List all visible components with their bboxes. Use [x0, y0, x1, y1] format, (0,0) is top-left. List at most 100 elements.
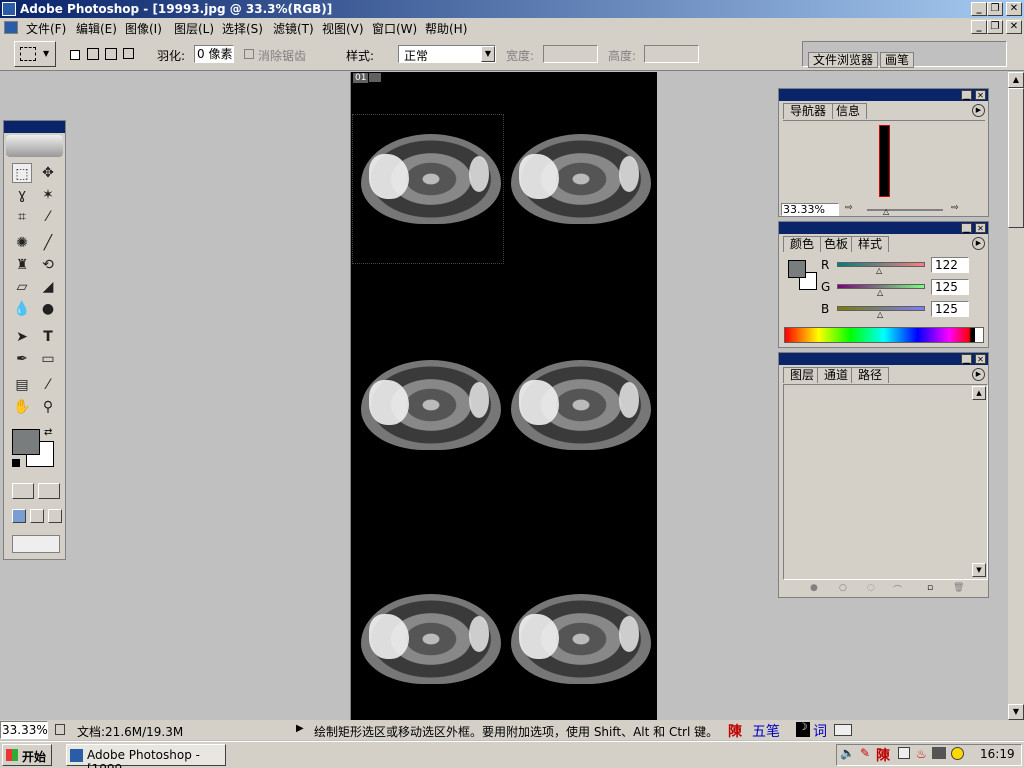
type-tool-icon[interactable]: T: [38, 327, 58, 347]
tab-navigator[interactable]: 导航器: [783, 103, 834, 119]
scroll-up-arrow-icon[interactable]: ▲: [1008, 72, 1024, 88]
load-selection-icon[interactable]: ◌: [867, 583, 875, 593]
tab-file-browser[interactable]: 文件浏览器: [808, 52, 879, 68]
panel-minimize-icon[interactable]: ▁: [961, 223, 972, 233]
foreground-color-swatch[interactable]: [12, 429, 40, 455]
paths-scroll-up-icon[interactable]: ▲: [972, 386, 986, 400]
zoom-tool-icon[interactable]: ⚲: [38, 397, 58, 417]
delete-path-icon[interactable]: 🗑: [953, 583, 964, 593]
jump-to-imageready-icon[interactable]: [12, 535, 60, 553]
magic-wand-tool-icon[interactable]: ✶: [38, 185, 58, 205]
ime-wubi-label[interactable]: 五笔: [752, 721, 780, 741]
document-canvas[interactable]: 01: [350, 72, 657, 720]
crop-tool-icon[interactable]: ⌗: [12, 207, 32, 227]
make-work-path-icon[interactable]: ⌒: [893, 583, 902, 596]
width-input[interactable]: [543, 45, 598, 63]
navigator-preview[interactable]: [783, 120, 985, 200]
feather-input[interactable]: 0 像素: [194, 45, 234, 63]
network-icon[interactable]: [932, 747, 946, 759]
close-button[interactable]: ✕: [1006, 2, 1022, 16]
subtract-selection-icon[interactable]: [105, 48, 117, 60]
navigator-panel-title-bar[interactable]: [779, 89, 988, 101]
soft-keyboard-icon[interactable]: [834, 724, 852, 736]
ime-chen-label[interactable]: 陳: [728, 721, 742, 741]
panel-menu-arrow-icon[interactable]: ▶: [972, 237, 985, 250]
start-button[interactable]: 开始: [2, 744, 52, 766]
g-slider-thumb-icon[interactable]: △: [877, 288, 883, 297]
intersect-selection-icon[interactable]: [123, 48, 134, 59]
norton-icon[interactable]: [951, 747, 964, 760]
ime-moon-icon[interactable]: ☽: [796, 722, 810, 737]
antialias-checkbox[interactable]: [244, 49, 254, 59]
dodge-tool-icon[interactable]: ●: [38, 299, 58, 319]
history-brush-tool-icon[interactable]: ⟲: [38, 255, 58, 275]
panel-close-icon[interactable]: ✕: [975, 354, 986, 364]
standard-mode-icon[interactable]: [12, 483, 34, 499]
menu-select[interactable]: 选择(S): [222, 20, 263, 37]
new-selection-icon[interactable]: [70, 50, 80, 60]
panel-minimize-icon[interactable]: ▁: [961, 354, 972, 364]
screen-mode-standard-icon[interactable]: [12, 509, 26, 523]
ime-ci-label[interactable]: 词: [813, 721, 827, 741]
restore-button[interactable]: ❐: [987, 2, 1003, 16]
blur-tool-icon[interactable]: 💧: [12, 299, 32, 319]
new-path-icon[interactable]: ▫: [927, 583, 933, 593]
pen-icon[interactable]: ✎: [860, 746, 870, 760]
fill-path-icon[interactable]: ●: [810, 583, 818, 593]
path-selection-tool-icon[interactable]: ➤: [12, 327, 32, 347]
color-fg-swatch[interactable]: [788, 260, 806, 278]
style-select[interactable]: 正常 ▼: [398, 45, 496, 63]
tray-ime-label[interactable]: 陳: [876, 745, 890, 765]
eyedropper-tool-icon[interactable]: ⁄: [38, 375, 58, 395]
paint-bucket-tool-icon[interactable]: ◢: [38, 277, 58, 297]
menu-edit[interactable]: 编辑(E): [76, 20, 117, 37]
clone-stamp-tool-icon[interactable]: ♜: [12, 255, 32, 275]
swap-colors-icon[interactable]: ⇄: [44, 427, 52, 438]
default-colors-icon[interactable]: [12, 459, 20, 467]
paths-scroll-down-icon[interactable]: ▼: [972, 563, 986, 577]
tab-brushes[interactable]: 画笔: [880, 52, 915, 68]
r-value-field[interactable]: 122: [931, 257, 969, 273]
status-zoom-field[interactable]: 33.33%: [0, 721, 48, 739]
b-slider-thumb-icon[interactable]: △: [877, 310, 883, 319]
eraser-tool-icon[interactable]: ▱: [12, 277, 32, 297]
color-panel-title-bar[interactable]: [779, 222, 988, 234]
toolbox-title-bar[interactable]: [4, 121, 65, 133]
menu-help[interactable]: 帮助(H): [425, 20, 467, 37]
lasso-tool-icon[interactable]: ɣ: [12, 185, 32, 205]
height-input[interactable]: [644, 45, 699, 63]
navigator-zoom-slider[interactable]: [867, 209, 943, 211]
screen-mode-fullmenu-icon[interactable]: [30, 509, 44, 523]
volume-icon[interactable]: 🔈: [840, 746, 855, 760]
slice-tool-icon[interactable]: ⁄: [38, 207, 58, 227]
menu-window[interactable]: 窗口(W): [372, 20, 417, 37]
screen-mode-full-icon[interactable]: [48, 509, 62, 523]
minimize-button[interactable]: _: [971, 2, 987, 16]
healing-brush-tool-icon[interactable]: ✺: [12, 233, 32, 253]
quick-mask-mode-icon[interactable]: [38, 483, 60, 499]
tray-app-icon-1[interactable]: [898, 747, 910, 759]
document-info-icon[interactable]: [55, 724, 65, 735]
menu-layer[interactable]: 图层(L): [174, 20, 214, 37]
zoom-slider-thumb-icon[interactable]: △: [883, 207, 889, 216]
r-slider-thumb-icon[interactable]: △: [876, 266, 882, 275]
layers-panel-title-bar[interactable]: [779, 353, 988, 365]
marquee-preset-button[interactable]: ▼: [14, 41, 56, 67]
doc-minimize-button[interactable]: _: [971, 20, 987, 34]
paths-list[interactable]: ▲ ▼: [783, 384, 988, 580]
menu-filter[interactable]: 滤镜(T): [273, 20, 314, 37]
stroke-path-icon[interactable]: ○: [839, 583, 847, 593]
g-value-field[interactable]: 125: [931, 279, 969, 295]
panel-close-icon[interactable]: ✕: [975, 90, 986, 100]
zoom-out-icon[interactable]: ⇨: [845, 203, 853, 213]
menu-file[interactable]: 文件(F): [26, 20, 66, 37]
pen-tool-icon[interactable]: ✒: [12, 349, 32, 369]
panel-minimize-icon[interactable]: ▁: [961, 90, 972, 100]
scroll-thumb[interactable]: [1008, 88, 1024, 228]
notes-tool-icon[interactable]: ▤: [12, 375, 32, 395]
tab-styles[interactable]: 样式: [851, 236, 890, 252]
tab-channels[interactable]: 通道: [817, 367, 856, 383]
tab-layers[interactable]: 图层: [783, 367, 822, 383]
tab-color[interactable]: 颜色: [783, 236, 822, 252]
doc-close-button[interactable]: ✕: [1006, 20, 1022, 34]
